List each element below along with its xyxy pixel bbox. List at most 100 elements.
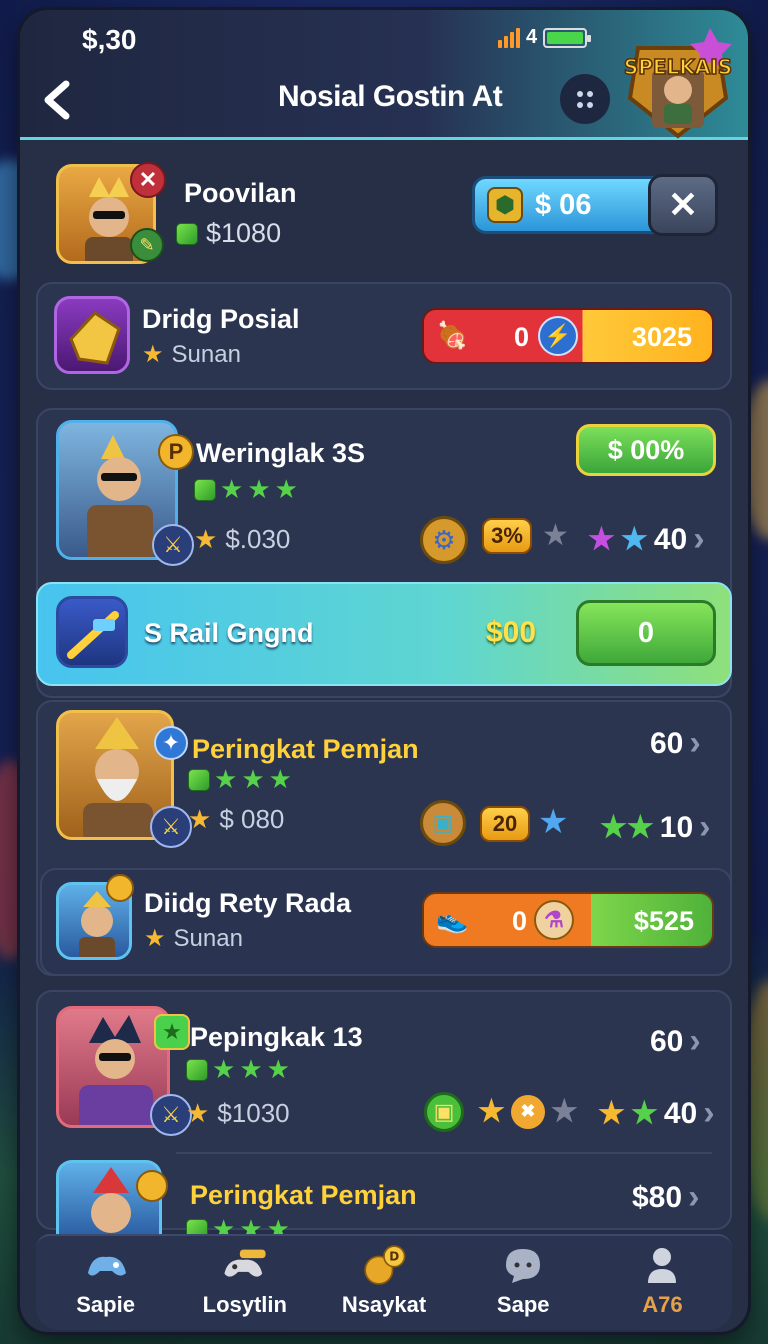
row-name: S Rail Gngnd: [144, 618, 314, 648]
potion-icon: ⚗: [534, 900, 574, 940]
nav-item-sapie[interactable]: Sapie: [36, 1236, 175, 1330]
row-name: Diidg Rety Rada: [144, 888, 352, 918]
badge-icon: ✦: [154, 726, 188, 760]
gem-icon: [186, 1058, 208, 1081]
row-top-value: 60 ›: [650, 724, 701, 763]
weapon-icon: ⚔: [152, 524, 194, 566]
bonus-icons: ★ ✖ ★: [478, 1094, 578, 1129]
swords-icon: ✖: [510, 1094, 545, 1129]
coin-icon: [106, 874, 134, 902]
medal-icon: P: [158, 434, 194, 470]
star-icon: ★: [550, 1095, 578, 1128]
row-amount: $00: [486, 616, 537, 649]
remove-badge-icon[interactable]: ✕: [130, 162, 166, 198]
count-badge: 3%: [482, 518, 532, 554]
star-icon: ★: [598, 1097, 625, 1130]
row-sub: ★ $ 080: [188, 804, 285, 834]
star-icon: ★: [478, 1095, 505, 1128]
star-icon: ★: [542, 519, 569, 552]
reward-button[interactable]: $ 00%: [576, 424, 716, 476]
chat-icon: [499, 1244, 547, 1286]
star-icon: ★: [630, 1097, 658, 1130]
bottom-nav: Sapie Losytlin D Nsaykat Sape A76: [36, 1234, 732, 1330]
action-button[interactable]: 0: [576, 600, 716, 666]
game-logo: SPELKAIS: [618, 18, 738, 140]
item-icon: [54, 296, 130, 374]
row-count: ★ ★ 40 ›: [588, 520, 705, 559]
chevron-right-icon[interactable]: ›: [699, 808, 710, 847]
progress-pill[interactable]: 👟 0 ⚗ $525: [422, 892, 714, 948]
star-icon: ★: [142, 341, 164, 368]
star-icon: ★★: [600, 811, 654, 844]
back-button[interactable]: [38, 78, 78, 122]
nav-item-losytlin[interactable]: Losytlin: [175, 1236, 314, 1330]
star-icon: ★: [620, 523, 648, 556]
row-top-value: 60 ›: [650, 1022, 701, 1061]
top-bar: $,30 4 Nosial Gostin At SPELKAIS: [20, 10, 748, 140]
coin-icon: [136, 1170, 168, 1202]
row-name: Peringkat Pemjan: [190, 1180, 417, 1210]
row-sub: ★ Sunan: [144, 924, 243, 953]
chevron-right-icon[interactable]: ›: [689, 724, 700, 763]
star-icon: ★: [144, 925, 166, 952]
nav-item-nsaykat[interactable]: D Nsaykat: [314, 1236, 453, 1330]
shoe-icon: 👟: [436, 904, 469, 934]
row-name: Pepingkak 13: [190, 1022, 363, 1052]
status-indicators: 4: [498, 26, 592, 49]
star-icon: ★: [186, 1098, 210, 1128]
gear-icon: ⚙: [420, 516, 468, 564]
chevron-right-icon[interactable]: ›: [689, 1022, 700, 1061]
row-count: ★ ★ 40 ›: [598, 1094, 715, 1133]
rating-stars: ★ ★ ★: [194, 474, 298, 505]
chevron-right-icon[interactable]: ›: [688, 1178, 699, 1217]
shield-coin-icon: ⬢: [487, 187, 523, 223]
row-sub: ★ $.030: [194, 524, 291, 554]
nav-item-sape[interactable]: Sape: [454, 1236, 593, 1330]
player-name: Poovilan: [184, 178, 297, 208]
star-icon: ★: [588, 523, 615, 556]
battery-label: 4: [526, 26, 538, 48]
lightning-icon: ⚡: [538, 316, 578, 356]
rating-stars: ★ ★ ★: [188, 764, 292, 795]
star-badge-icon: ★: [154, 1014, 190, 1050]
coin-icon: D: [360, 1244, 408, 1286]
game-screen: $,30 4 Nosial Gostin At SPELKAIS ✕ ✎ Poo…: [20, 10, 748, 1332]
profile-icon: [638, 1244, 686, 1286]
status-money: $,30: [82, 24, 137, 55]
row-sub: ★ $1030: [186, 1098, 290, 1128]
chevron-right-icon[interactable]: ›: [693, 520, 704, 559]
item-icon: [56, 596, 128, 668]
progress-pill[interactable]: 🍖 0 ⚡ 3025: [422, 308, 714, 364]
crate-icon: ▣: [420, 800, 466, 846]
star-icon: ★: [194, 524, 218, 554]
more-options-button[interactable]: [560, 74, 610, 124]
gem-icon: [194, 478, 216, 501]
star-icon: ★: [188, 804, 212, 834]
row-name: Peringkat Pemjan: [192, 734, 419, 764]
edit-badge-icon[interactable]: ✎: [130, 228, 164, 262]
player-balance: $1080: [176, 218, 281, 249]
svg-text:D: D: [389, 1250, 399, 1264]
svg-text:SPELKAIS: SPELKAIS: [624, 55, 732, 79]
divider: [176, 1152, 712, 1154]
count-badge: 20: [480, 806, 530, 842]
close-button[interactable]: ✕: [648, 174, 718, 236]
rating-stars: ★ ★ ★: [186, 1054, 290, 1085]
row-top-value: $80 ›: [632, 1178, 700, 1217]
controller-icon: [82, 1244, 130, 1286]
gem-icon: [188, 768, 210, 791]
row-sub: ★ Sunan: [142, 340, 241, 369]
chevron-right-icon[interactable]: ›: [703, 1094, 714, 1133]
gamepad-icon: [221, 1244, 269, 1286]
back-arrow-icon: [44, 80, 70, 120]
signal-icon: [498, 27, 520, 48]
currency-pill[interactable]: ⬢ $ 06: [472, 176, 672, 234]
nav-item-profile[interactable]: A76: [593, 1236, 732, 1330]
battery-icon: [543, 27, 592, 48]
green-crate-icon: ▣: [424, 1092, 464, 1132]
row-name: Weringlak 3S: [196, 438, 366, 468]
gem-icon: [176, 222, 198, 245]
star-icon: ★: [538, 803, 569, 841]
row-count: ★★ 10 ›: [600, 808, 711, 847]
weapon-icon: ⚔: [150, 806, 192, 848]
